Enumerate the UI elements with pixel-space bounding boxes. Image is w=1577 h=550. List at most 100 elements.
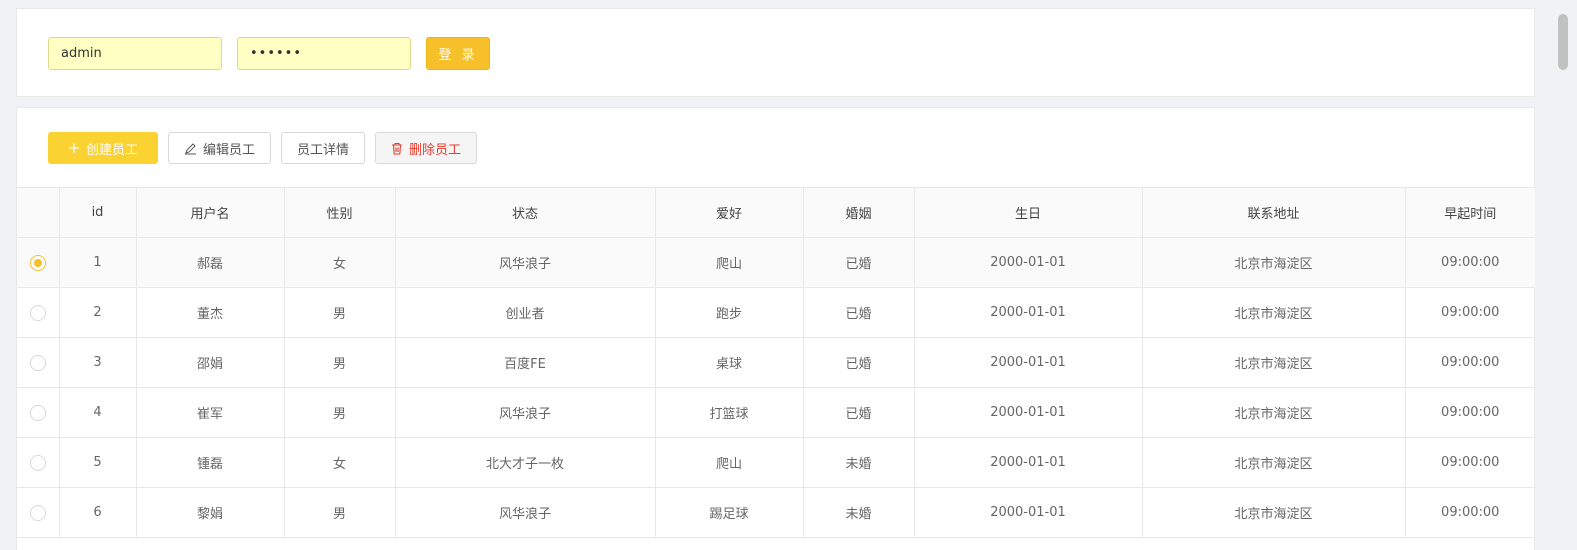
- cell-hobby: 踢足球: [654, 487, 804, 538]
- cell-hobby: 打篮球: [654, 387, 804, 438]
- cell-wake-time: 09:00:00: [1404, 487, 1535, 538]
- table-row[interactable]: 2 董杰男创业者 跑步 已婚 2000-01-01 北京市海淀区 09:00:00: [17, 287, 1535, 338]
- login-button[interactable]: 登 录: [426, 37, 490, 70]
- header-status: 状态: [394, 187, 656, 238]
- create-employee-button[interactable]: 创建员工: [48, 132, 158, 164]
- cell-hobby: 爬山: [654, 437, 804, 488]
- row-select-cell: [17, 437, 60, 488]
- cell-gender: 女: [283, 237, 396, 288]
- header-select: [17, 187, 60, 238]
- cell-address: 北京市海淀区: [1141, 337, 1406, 388]
- cell-birthday: 2000-01-01: [913, 387, 1143, 438]
- cell-status: 风华浪子: [394, 237, 656, 288]
- cell-id: 2: [58, 287, 137, 338]
- cell-gender: 女: [283, 437, 396, 488]
- row-select-cell: [17, 337, 60, 388]
- cell-address: 北京市海淀区: [1141, 387, 1406, 438]
- row-radio[interactable]: [29, 354, 46, 371]
- row-radio[interactable]: [29, 304, 46, 321]
- cell-address: 北京市海淀区: [1141, 237, 1406, 288]
- plus-icon: [68, 142, 80, 154]
- employee-detail-label: 员工详情: [297, 142, 350, 158]
- cell-gender: 男: [283, 487, 396, 538]
- username-input[interactable]: [48, 37, 222, 70]
- cell-hobby: 爬山: [654, 237, 804, 288]
- cell-birthday: 2000-01-01: [913, 287, 1143, 338]
- cell-hobby: 跑步: [654, 287, 804, 338]
- header-address: 联系地址: [1141, 187, 1406, 238]
- cell-marriage: 已婚: [802, 237, 915, 288]
- page-scrollbar[interactable]: [1555, 0, 1577, 550]
- row-select-cell: [17, 487, 60, 538]
- header-marriage: 婚姻: [802, 187, 915, 238]
- cell-id: 6: [58, 487, 137, 538]
- cell-marriage: 已婚: [802, 287, 915, 338]
- table-row[interactable]: 1 郝磊女风华浪子 爬山 已婚 2000-01-01 北京市海淀区 09:00:00: [17, 237, 1535, 288]
- header-birthday: 生日: [913, 187, 1143, 238]
- table-row[interactable]: 3 邵娟男百度FE 桌球 已婚 2000-01-01 北京市海淀区 09:00:00: [17, 337, 1535, 388]
- cell-status: 北大才子一枚: [394, 437, 656, 488]
- row-radio[interactable]: [29, 454, 46, 471]
- cell-username: 黎娟: [135, 487, 285, 538]
- cell-username: 董杰: [135, 287, 285, 338]
- cell-username: 邵娟: [135, 337, 285, 388]
- header-username: 用户名: [135, 187, 285, 238]
- cell-wake-time: 09:00:00: [1404, 337, 1535, 388]
- row-select-cell: [17, 387, 60, 438]
- cell-gender: 男: [283, 387, 396, 438]
- toolbar: 创建员工 编辑员工 员工详情 删除员工: [48, 132, 478, 164]
- row-radio[interactable]: [29, 504, 46, 521]
- cell-status: 创业者: [394, 287, 656, 338]
- cell-id: 5: [58, 437, 137, 488]
- table-row[interactable]: 4 崔军男风华浪子 打篮球 已婚 2000-01-01 北京市海淀区 09:00:00: [17, 387, 1535, 438]
- employee-table: id 用户名 性别 状态 爱好 婚姻 生日 联系地址 早起时间 1 郝磊女风华浪子…: [17, 187, 1535, 538]
- login-panel: 登 录: [16, 8, 1535, 97]
- delete-employee-label: 删除员工: [409, 142, 462, 158]
- page-scrollbar-thumb[interactable]: [1558, 14, 1568, 70]
- cell-marriage: 未婚: [802, 487, 915, 538]
- cell-birthday: 2000-01-01: [913, 337, 1143, 388]
- header-wake-time: 早起时间: [1404, 187, 1535, 238]
- cell-address: 北京市海淀区: [1141, 437, 1406, 488]
- cell-wake-time: 09:00:00: [1404, 437, 1535, 488]
- table-header-row: id 用户名 性别 状态 爱好 婚姻 生日 联系地址 早起时间: [17, 187, 1535, 238]
- employee-table-panel: 创建员工 编辑员工 员工详情 删除员工 id 用户名 性别 状态 爱好 婚姻 生…: [16, 107, 1535, 550]
- row-select-cell: [17, 287, 60, 338]
- cell-marriage: 未婚: [802, 437, 915, 488]
- cell-wake-time: 09:00:00: [1404, 387, 1535, 438]
- row-select-cell: [17, 237, 60, 288]
- edit-icon: [184, 142, 197, 155]
- row-radio[interactable]: [29, 404, 46, 421]
- employee-detail-button[interactable]: 员工详情: [281, 132, 366, 164]
- cell-address: 北京市海淀区: [1141, 287, 1406, 338]
- cell-gender: 男: [283, 287, 396, 338]
- cell-birthday: 2000-01-01: [913, 237, 1143, 288]
- delete-employee-button[interactable]: 删除员工: [375, 132, 478, 164]
- edit-employee-button[interactable]: 编辑员工: [168, 132, 272, 164]
- header-id: id: [58, 187, 137, 238]
- cell-birthday: 2000-01-01: [913, 487, 1143, 538]
- header-gender: 性别: [283, 187, 396, 238]
- cell-username: 崔军: [135, 387, 285, 438]
- cell-gender: 男: [283, 337, 396, 388]
- create-employee-label: 创建员工: [85, 142, 138, 158]
- table-row[interactable]: 6 黎娟男风华浪子 踢足球 未婚 2000-01-01 北京市海淀区 09:00:00: [17, 487, 1535, 538]
- cell-birthday: 2000-01-01: [913, 437, 1143, 488]
- cell-username: 郝磊: [135, 237, 285, 288]
- cell-id: 1: [58, 237, 137, 288]
- cell-wake-time: 09:00:00: [1404, 287, 1535, 338]
- cell-address: 北京市海淀区: [1141, 487, 1406, 538]
- cell-marriage: 已婚: [802, 387, 915, 438]
- row-radio[interactable]: [29, 254, 46, 271]
- header-hobby: 爱好: [654, 187, 804, 238]
- cell-status: 风华浪子: [394, 487, 656, 538]
- cell-status: 百度FE: [394, 337, 656, 388]
- cell-hobby: 桌球: [654, 337, 804, 388]
- cell-id: 4: [58, 387, 137, 438]
- cell-marriage: 已婚: [802, 337, 915, 388]
- cell-id: 3: [58, 337, 137, 388]
- cell-wake-time: 09:00:00: [1404, 237, 1535, 288]
- password-input[interactable]: [237, 37, 411, 70]
- table-row[interactable]: 5 锺磊女北大才子一枚 爬山 未婚 2000-01-01 北京市海淀区 09:00:00: [17, 437, 1535, 488]
- trash-icon: [391, 142, 403, 155]
